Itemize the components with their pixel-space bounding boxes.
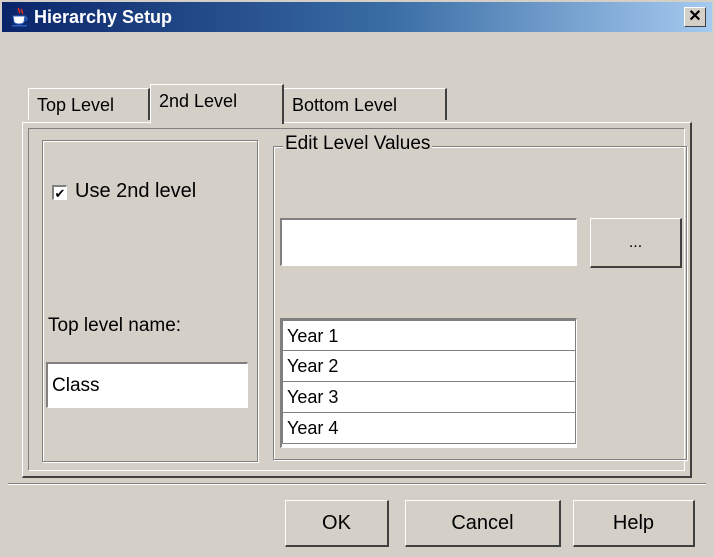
help-button-label: Help (612, 511, 655, 534)
cancel-button-label: Cancel (451, 511, 514, 534)
close-icon: ✕ (688, 8, 702, 25)
tab-2nd-level[interactable]: 2nd Level (150, 84, 284, 124)
top-level-name-input[interactable] (46, 362, 248, 408)
cancel-button[interactable]: Cancel (405, 500, 561, 547)
tab-top-level[interactable]: Top Level (28, 88, 150, 120)
browse-button[interactable]: ... (590, 218, 682, 268)
list-item[interactable]: Year 3 (282, 382, 576, 413)
tab-label: Bottom Level (292, 95, 398, 115)
use-2nd-level-label[interactable]: Use 2nd level (75, 180, 196, 203)
window-title: Hierarchy Setup (34, 7, 173, 27)
help-button[interactable]: Help (573, 500, 695, 547)
level-value-input[interactable] (280, 218, 577, 266)
list-item[interactable]: Year 2 (282, 351, 576, 382)
checkmark-icon: ✔ (54, 185, 66, 201)
ok-button-label: OK (322, 511, 351, 534)
browse-button-label: ... (628, 233, 643, 251)
top-level-name-label: Top level name: (48, 315, 182, 336)
close-button[interactable]: ✕ (684, 7, 706, 27)
tab-label: 2nd Level (159, 91, 238, 111)
separator (8, 483, 706, 485)
use-2nd-level-checkbox[interactable]: ✔ (52, 185, 67, 200)
list-item[interactable]: Year 4 (282, 413, 576, 444)
edit-level-values-title: Edit Level Values (283, 133, 433, 155)
hierarchy-setup-dialog: Hierarchy Setup ✕ Top Level Bottom Level… (0, 0, 714, 557)
level-values-list[interactable]: Year 1 Year 2 Year 3 Year 4 (280, 318, 577, 448)
title-bar[interactable]: Hierarchy Setup ✕ (2, 2, 712, 32)
java-coffee-cup-icon (10, 7, 30, 27)
tab-label: Top Level (37, 95, 115, 115)
tab-bottom-level[interactable]: Bottom Level (283, 88, 447, 120)
ok-button[interactable]: OK (285, 500, 389, 547)
list-item[interactable]: Year 1 (282, 320, 576, 351)
